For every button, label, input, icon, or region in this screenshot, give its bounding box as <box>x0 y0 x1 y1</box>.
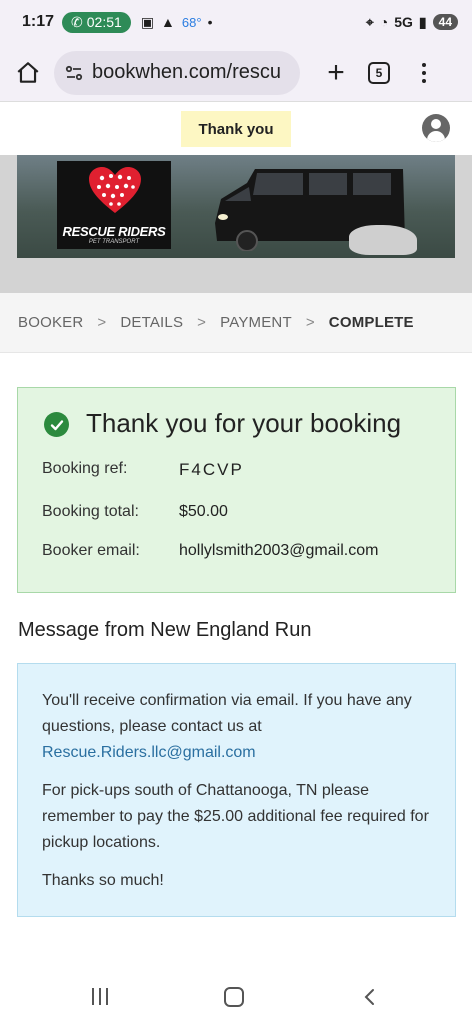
dot-icon: • <box>207 14 213 30</box>
message-paragraph-2: For pick-ups south of Chattanooga, TN pl… <box>42 782 429 851</box>
message-paragraph-3: Thanks so much! <box>42 872 164 889</box>
booking-confirmation-card: Thank you for your booking Booking ref: … <box>17 387 456 593</box>
booking-steps-breadcrumb: BOOKER > DETAILS > PAYMENT > COMPLETE <box>0 293 472 353</box>
booking-ref-value: F4CVP <box>179 460 244 479</box>
phone-icon: ✆ <box>71 13 83 30</box>
site-header: Thank you <box>0 103 472 155</box>
battery-badge: 44 <box>432 14 458 30</box>
step-booker: BOOKER <box>18 314 84 331</box>
booking-ref-label: Booking ref: <box>42 460 128 477</box>
call-timer-chip[interactable]: ✆ 02:51 <box>62 11 131 33</box>
back-icon[interactable] <box>360 987 380 1007</box>
heart-logo-icon <box>89 167 141 213</box>
temperature: 68° <box>181 14 202 30</box>
account-avatar-icon[interactable] <box>422 114 450 142</box>
message-paragraph-1: You'll receive confirmation via email. I… <box>42 688 437 766</box>
step-complete: COMPLETE <box>328 314 414 331</box>
browser-toolbar: bookwhen.com/rescu + 5 <box>0 44 472 102</box>
site-settings-icon[interactable] <box>64 63 84 83</box>
call-timer: 02:51 <box>86 14 122 30</box>
rescue-riders-logo: RESCUE RIDERS PET TRANSPORT <box>57 161 171 249</box>
booking-total-label: Booking total: <box>42 503 139 520</box>
check-circle-icon <box>44 412 69 437</box>
home-icon[interactable] <box>10 55 46 91</box>
logo-title: RESCUE RIDERS <box>62 224 166 239</box>
booker-email-value: hollylsmith2003@gmail.com <box>179 542 379 559</box>
network-label: 5G <box>394 14 413 30</box>
home-button-icon[interactable] <box>224 987 244 1007</box>
more-menu-icon[interactable] <box>414 62 434 83</box>
chevron-right-icon: > <box>97 314 107 331</box>
thank-you-label: Thank you <box>181 111 291 147</box>
recent-apps-icon[interactable] <box>92 988 108 1005</box>
rock-image <box>349 225 417 255</box>
booking-total-value: $50.00 <box>179 503 228 520</box>
chevron-right-icon: > <box>305 314 315 331</box>
url-text: bookwhen.com/rescu <box>92 61 281 83</box>
wifi-icon: ◔ <box>379 14 389 30</box>
new-tab-icon[interactable]: + <box>318 57 354 88</box>
message-heading: Message from New England Run <box>18 619 312 641</box>
step-payment: PAYMENT <box>220 314 292 331</box>
status-time: 1:17 <box>22 13 55 30</box>
navigation-icon: ▲ <box>161 14 175 30</box>
address-bar[interactable]: bookwhen.com/rescu <box>54 50 300 95</box>
message-text-1: You'll receive confirmation via email. I… <box>42 692 412 735</box>
booker-email-label: Booker email: <box>42 542 140 559</box>
banner-image: RESCUE RIDERS PET TRANSPORT <box>17 155 455 258</box>
logo-subtitle: PET TRANSPORT <box>88 239 140 245</box>
banner: RESCUE RIDERS PET TRANSPORT <box>0 155 472 293</box>
system-nav-bar <box>0 968 472 1024</box>
tab-switcher-button[interactable]: 5 <box>368 61 390 84</box>
confirmation-title: Thank you for your booking <box>86 408 402 438</box>
contact-email-link[interactable]: Rescue.Riders.llc@gmail.com <box>42 740 437 766</box>
message-card: You'll receive confirmation via email. I… <box>17 663 456 917</box>
chevron-right-icon: > <box>197 314 207 331</box>
location-icon: ⌖ <box>365 13 374 30</box>
status-bar: 1:17 ✆ 02:51 ▣ ▲ 68° • ⌖ ◔ 5G ▮ 44 <box>0 0 472 44</box>
image-icon: ▣ <box>140 13 155 30</box>
signal-icon: ▮ <box>418 13 427 30</box>
step-details: DETAILS <box>120 314 184 331</box>
